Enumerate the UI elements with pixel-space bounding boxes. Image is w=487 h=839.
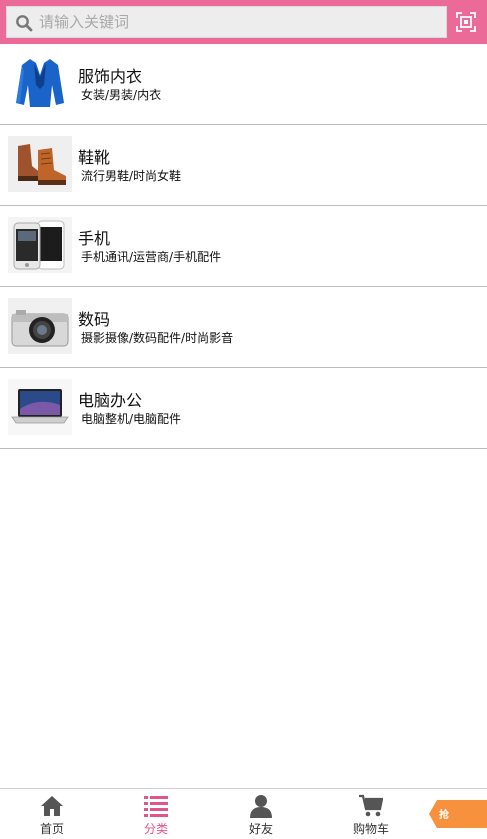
camera-image [8, 298, 72, 354]
category-title: 手机 [78, 229, 111, 248]
nav-label: 购物车 [352, 822, 389, 836]
nav-item-category[interactable]: 分类 [106, 789, 206, 839]
laptop-image [8, 379, 72, 435]
search-icon [16, 15, 33, 32]
clothing-image [8, 55, 72, 111]
cart-icon [359, 794, 383, 817]
scan-icon [456, 12, 476, 32]
home-icon [41, 796, 63, 816]
category-subtitle: 女装/男装/内衣 [81, 88, 162, 102]
nav-label: 分类 [143, 822, 168, 836]
nav-item-friends[interactable]: 好友 [211, 789, 311, 839]
category-item-phone[interactable]: 手机 手机通讯/运营商/手机配件 [0, 206, 487, 287]
search-input[interactable] [39, 9, 439, 35]
phone-image [8, 217, 72, 273]
category-item-camera[interactable]: 数码 摄影摄像/数码配件/时尚影音 [0, 287, 487, 368]
category-title: 鞋靴 [78, 148, 111, 167]
promo-tab[interactable]: 抢 [429, 800, 487, 828]
category-title: 电脑办公 [78, 391, 143, 410]
category-subtitle: 摄影摄像/数码配件/时尚影音 [81, 331, 234, 345]
bottom-nav: 首页 分类 好友 购物车 [0, 788, 487, 838]
category-subtitle: 流行男鞋/时尚女鞋 [81, 169, 182, 183]
category-subtitle: 手机通讯/运营商/手机配件 [81, 250, 222, 264]
nav-label: 好友 [248, 822, 273, 836]
list-icon [144, 796, 168, 817]
category-subtitle: 电脑整机/电脑配件 [81, 412, 182, 426]
search-box[interactable] [6, 6, 447, 38]
category-item-laptop[interactable]: 电脑办公 电脑整机/电脑配件 [0, 368, 487, 449]
shoes-image [8, 136, 72, 192]
category-item-clothing[interactable]: 服饰内衣 女装/男装/内衣 [0, 44, 487, 125]
category-title: 数码 [78, 310, 111, 329]
category-title: 服饰内衣 [78, 67, 143, 86]
user-icon [250, 795, 272, 818]
nav-item-cart[interactable]: 购物车 [321, 789, 421, 839]
nav-item-home[interactable]: 首页 [2, 789, 102, 839]
nav-label: 首页 [39, 822, 64, 836]
category-list: 服饰内衣 女装/男装/内衣 鞋靴 流行男鞋/时尚女鞋 手机 手机通讯/运营商/手… [0, 44, 487, 449]
scan-button[interactable] [451, 6, 481, 38]
header-bar [0, 0, 487, 44]
promo-tab-label: 抢 [439, 810, 449, 821]
category-item-shoes[interactable]: 鞋靴 流行男鞋/时尚女鞋 [0, 125, 487, 206]
promo-tab-shape [429, 800, 487, 828]
